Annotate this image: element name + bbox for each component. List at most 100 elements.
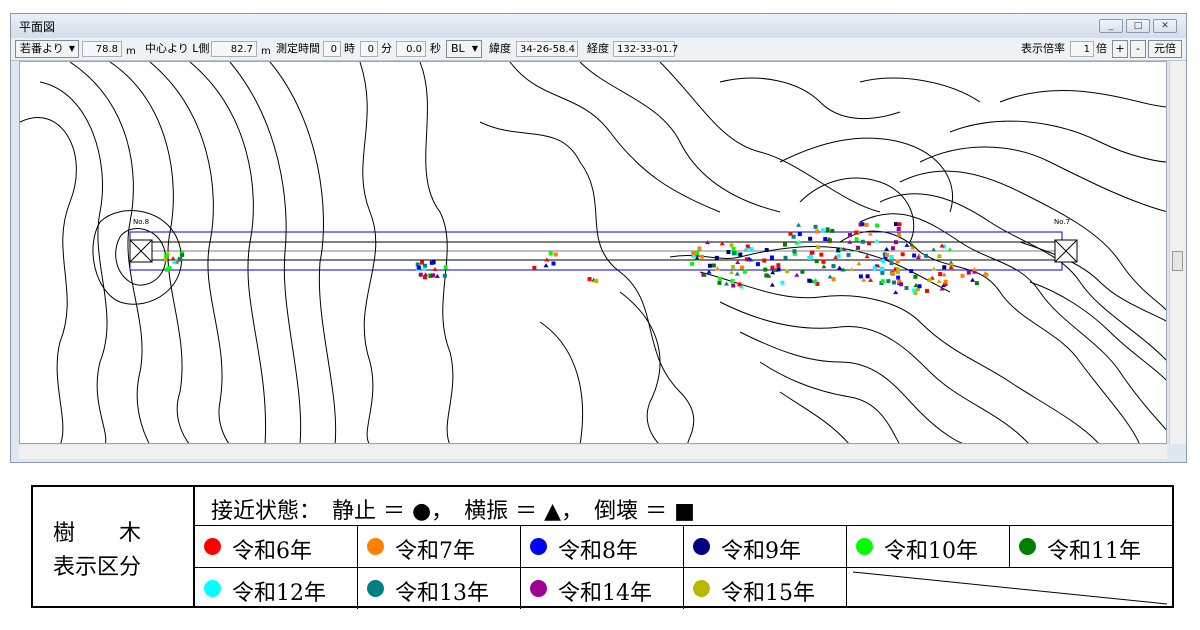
legend-cell-divider	[357, 568, 358, 609]
chevron-down-icon: ▼	[68, 44, 75, 53]
zoom-label: 表示倍率	[1021, 42, 1065, 55]
toolbar: 若番より ▼ 78.8 m 中心より L側 82.7 m 測定時間 0 時 0 …	[11, 38, 1186, 61]
bl-select[interactable]: BL ▼	[446, 40, 482, 58]
tree-marker	[809, 250, 814, 255]
tree-marker	[942, 265, 947, 270]
from-select[interactable]: 若番より ▼	[15, 40, 79, 58]
zoom-out-button[interactable]: -	[1130, 40, 1146, 58]
tree-marker	[860, 222, 865, 227]
tree-marker	[937, 254, 942, 259]
year-label: 令和12年	[232, 581, 326, 606]
vertical-scrollbar[interactable]	[1169, 61, 1186, 444]
map-canvas[interactable]: No.8 No.7	[19, 61, 1167, 444]
minutes-field[interactable]: 0	[360, 41, 378, 57]
scroll-thumb[interactable]	[1172, 251, 1183, 271]
zoom-field[interactable]: 1	[1070, 41, 1094, 57]
tree-marker	[864, 222, 869, 227]
left-tower-label: No.8	[133, 218, 149, 226]
tree-marker	[823, 237, 828, 242]
minimize-button[interactable]: _	[1099, 19, 1123, 33]
tree-marker	[825, 227, 830, 232]
tree-marker	[943, 279, 948, 284]
legend-year-cell: 令和13年	[357, 568, 520, 609]
tree-marker	[890, 271, 895, 276]
tree-marker	[865, 274, 870, 279]
tree-marker	[797, 232, 802, 237]
tree-marker	[695, 251, 700, 256]
year-color-dot-icon	[1019, 538, 1036, 555]
zoom-in-button[interactable]: +	[1112, 40, 1128, 58]
tree-marker	[780, 280, 785, 285]
tree-marker	[972, 267, 978, 272]
hours-field[interactable]: 0	[323, 41, 341, 57]
distance-field[interactable]: 78.8	[82, 41, 122, 57]
year-color-dot-icon	[856, 538, 873, 555]
tree-marker	[880, 270, 885, 275]
tree-marker	[782, 242, 787, 247]
legend-cell-divider	[683, 526, 684, 567]
legend-title-line2: 表示区分	[53, 555, 142, 580]
tree-marker	[690, 261, 695, 266]
seconds-unit: 秒	[430, 42, 441, 55]
legend-cell-divider	[520, 526, 521, 567]
tree-marker	[893, 222, 898, 227]
window-title: 平面図	[19, 20, 56, 34]
tree-marker	[896, 267, 901, 272]
legend-year-cell: 令和14年	[520, 568, 683, 609]
tree-marker	[837, 265, 843, 270]
tree-marker	[726, 250, 731, 255]
tree-marker	[769, 255, 774, 260]
tree-marker	[889, 254, 894, 259]
horizontal-scrollbar[interactable]	[19, 445, 1167, 459]
tree-marker	[418, 272, 423, 277]
tree-marker	[429, 260, 434, 265]
tree-marker	[769, 282, 775, 287]
tree-marker	[432, 267, 438, 272]
year-color-dot-icon	[693, 580, 710, 597]
reset-zoom-button[interactable]: 元倍	[1148, 40, 1182, 58]
tree-marker	[749, 246, 754, 251]
year-color-dot-icon	[367, 580, 384, 597]
year-label: 令和15年	[721, 581, 815, 606]
tree-marker	[170, 256, 176, 261]
close-button[interactable]: ✕	[1153, 19, 1177, 33]
tree-marker	[813, 224, 818, 229]
tree-marker	[970, 277, 976, 282]
tree-marker	[434, 273, 440, 278]
tree-marker	[167, 265, 172, 270]
tree-marker	[443, 265, 448, 270]
tree-marker	[697, 246, 702, 251]
legend-year-cell: 令和8年	[520, 526, 683, 567]
tree-marker	[890, 246, 895, 251]
tree-marker	[731, 283, 736, 288]
legend-table: 樹 木 表示区分 接近状態： 静止 ＝ ●， 横振 ＝ ▲， 倒壊 ＝ ■ 令和…	[31, 485, 1174, 609]
tree-marker	[164, 254, 169, 259]
tree-marker	[896, 226, 901, 231]
tree-marker	[889, 261, 894, 266]
year-label: 令和13年	[395, 581, 489, 606]
tree-marker	[854, 237, 859, 242]
tree-marker	[924, 253, 929, 258]
contour-lines	[20, 62, 1166, 443]
legend-cell-divider	[683, 568, 684, 609]
tree-marker	[553, 252, 558, 257]
tree-marker	[731, 251, 736, 256]
tree-marker	[724, 281, 729, 286]
seconds-field[interactable]: 0.0	[396, 41, 426, 57]
tree-marker	[896, 275, 901, 280]
tree-marker	[594, 278, 599, 283]
tree-marker	[931, 247, 937, 252]
tree-marker	[816, 245, 821, 250]
legend-year-cell: 令和9年	[683, 526, 846, 567]
tree-marker	[807, 278, 812, 283]
tree-marker	[917, 284, 922, 289]
year-color-dot-icon	[693, 538, 710, 555]
lat-field: 34-26-58.4	[516, 41, 578, 57]
offset-field[interactable]: 82.7	[211, 41, 257, 57]
tree-marker	[728, 270, 734, 275]
maximize-button[interactable]: □	[1126, 19, 1150, 33]
year-color-dot-icon	[530, 580, 547, 597]
hours-unit: 時	[344, 42, 355, 55]
tree-marker	[180, 252, 185, 257]
tree-marker	[874, 223, 879, 228]
